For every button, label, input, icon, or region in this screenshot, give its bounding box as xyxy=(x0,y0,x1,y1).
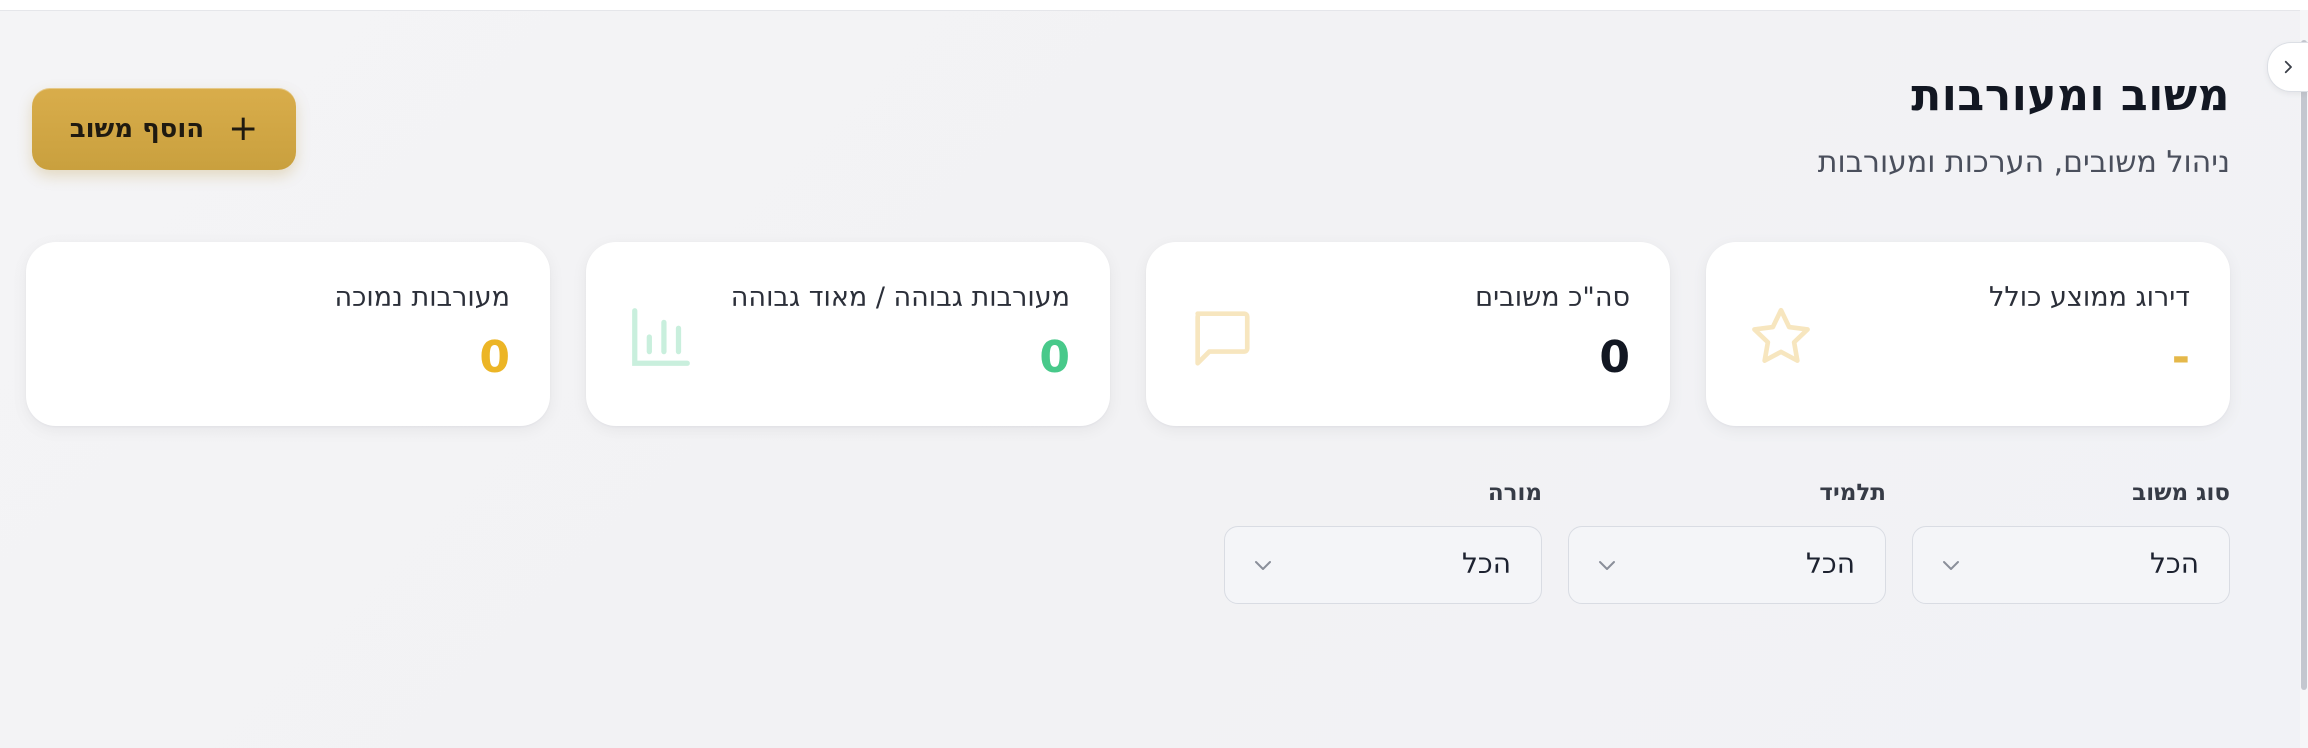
chevron-down-icon xyxy=(1943,561,1959,570)
filter-feedback-type: סוג משוב הכל xyxy=(1912,480,2230,604)
filter-label: מורה xyxy=(1487,480,1542,506)
teacher-select[interactable]: הכל xyxy=(1224,526,1542,604)
stat-value: 0 xyxy=(1039,332,1070,383)
stat-value: 0 xyxy=(1599,332,1630,383)
plus-icon: + xyxy=(228,108,259,149)
select-value: הכל xyxy=(2149,547,2199,580)
filters: סוג משוב הכל תלמיד הכל מורה הכל xyxy=(1224,480,2230,604)
stat-card-average-rating: דירוג ממוצע כולל - xyxy=(1706,242,2230,426)
filter-label: תלמיד xyxy=(1819,480,1886,506)
stat-label: סה"כ משובים xyxy=(1475,282,1630,313)
filter-label: סוג משוב xyxy=(2132,480,2230,506)
chevron-right-icon xyxy=(2284,60,2292,74)
sidebar-toggle-button[interactable] xyxy=(2267,42,2308,92)
star-icon xyxy=(1752,307,1810,363)
stats-cards: דירוג ממוצע כולל - סה"כ משובים 0 מעורבות… xyxy=(26,242,2230,426)
filter-student: תלמיד הכל xyxy=(1568,480,1886,604)
chevron-down-icon xyxy=(1599,561,1615,570)
stat-card-high-engagement: מעורבות גבוהה / מאוד גבוהה 0 xyxy=(586,242,1110,426)
page-title: משוב ומעורבות xyxy=(1911,70,2230,121)
select-value: הכל xyxy=(1461,547,1511,580)
add-feedback-button[interactable]: + הוסף משוב xyxy=(32,88,296,170)
scrollbar-thumb[interactable] xyxy=(2301,40,2307,690)
stat-label: דירוג ממוצע כולל xyxy=(1989,282,2190,313)
stat-card-total-feedback: סה"כ משובים 0 xyxy=(1146,242,1670,426)
student-select[interactable]: הכל xyxy=(1568,526,1886,604)
feedback-page: משוב ומעורבות ניהול משובים, הערכות ומעור… xyxy=(0,10,2300,748)
stat-label: מעורבות גבוהה / מאוד גבוהה xyxy=(730,282,1070,313)
scrollbar[interactable] xyxy=(2300,10,2308,748)
stat-value: - xyxy=(2171,332,2190,383)
page-subtitle: ניהול משובים, הערכות ומעורבות xyxy=(1817,145,2230,180)
select-value: הכל xyxy=(1805,547,1855,580)
feedback-type-select[interactable]: הכל xyxy=(1912,526,2230,604)
stat-value: 0 xyxy=(479,332,510,383)
stat-label: מעורבות נמוכה xyxy=(334,282,510,313)
bar-chart-icon xyxy=(632,308,690,366)
filter-teacher: מורה הכל xyxy=(1224,480,1542,604)
add-feedback-label: הוסף משוב xyxy=(69,114,205,144)
message-icon xyxy=(1195,311,1250,366)
stat-card-low-engagement: מעורבות נמוכה 0 xyxy=(26,242,550,426)
chevron-down-icon xyxy=(1255,561,1271,570)
